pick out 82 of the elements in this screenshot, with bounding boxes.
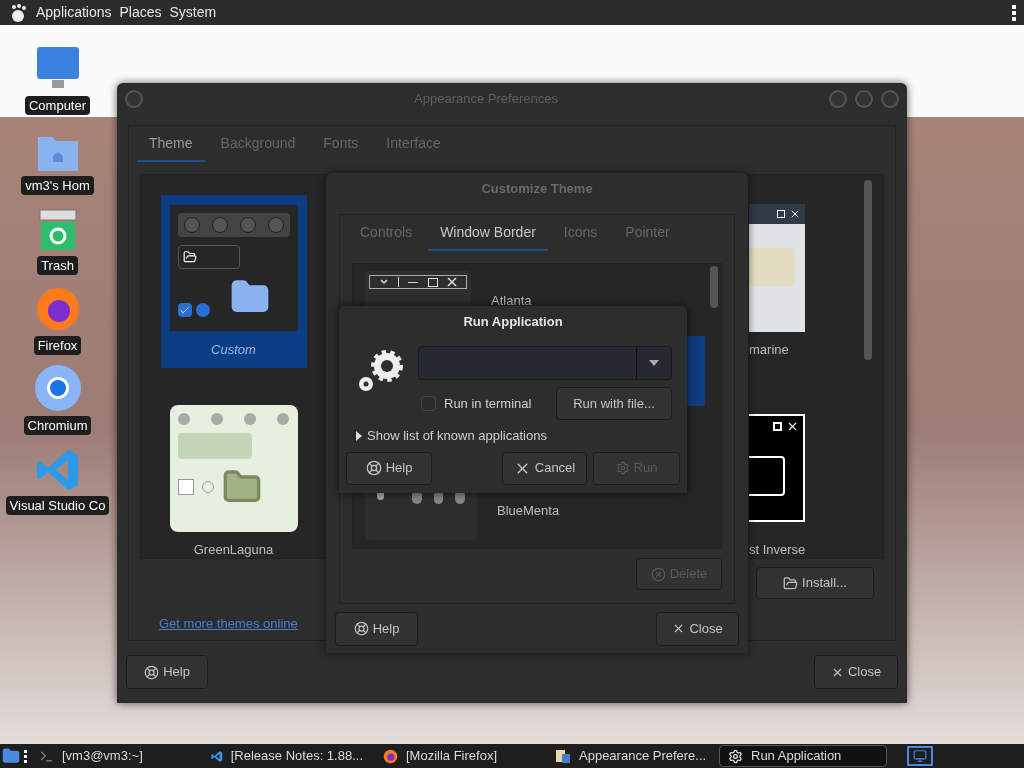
folder-icon bbox=[783, 575, 799, 591]
close-button[interactable]: Close bbox=[814, 655, 898, 689]
terminal-icon bbox=[39, 748, 54, 764]
close-button[interactable]: Close bbox=[656, 611, 739, 646]
border-name: BlueMenta bbox=[497, 502, 560, 521]
help-icon bbox=[365, 460, 382, 476]
checkbox[interactable] bbox=[421, 396, 436, 411]
folder-icon[interactable] bbox=[2, 747, 20, 765]
trash-icon bbox=[38, 207, 77, 252]
border-name: Atlanta bbox=[491, 292, 532, 311]
theme-item[interactable]: Custom bbox=[160, 195, 307, 368]
maximize-icon bbox=[773, 421, 782, 431]
sample-button-icon bbox=[177, 245, 240, 269]
maximize-icon bbox=[777, 210, 785, 218]
menu-dots-icon[interactable] bbox=[24, 749, 27, 763]
install-button[interactable]: Install... bbox=[756, 567, 874, 599]
theme-item[interactable]: st Inverse bbox=[745, 395, 815, 568]
close-icon bbox=[789, 208, 801, 220]
window-title: Customize Theme bbox=[480, 180, 594, 199]
checkbox-icon bbox=[177, 303, 192, 317]
window-button-icon bbox=[211, 217, 228, 233]
gear-icon bbox=[615, 461, 630, 475]
sample-button-icon bbox=[177, 432, 252, 459]
title-bar-button[interactable] bbox=[881, 90, 899, 108]
window-button-icon bbox=[183, 217, 200, 233]
help-icon bbox=[353, 621, 369, 636]
window-button-icon bbox=[267, 217, 284, 233]
checkbox-icon bbox=[177, 478, 194, 495]
theme-name: st Inverse bbox=[749, 541, 806, 559]
help-button[interactable]: Help bbox=[346, 451, 432, 485]
command-field[interactable] bbox=[418, 346, 672, 380]
desktop-icon-label[interactable]: Trash bbox=[37, 255, 78, 275]
themes-link[interactable]: Get more themes online bbox=[159, 614, 298, 634]
theme-item[interactable]: GreenLaguna bbox=[160, 395, 307, 568]
code-editor-icon bbox=[211, 748, 223, 764]
window-button-icon bbox=[177, 412, 190, 425]
window-button-icon bbox=[277, 412, 290, 425]
title-bar-button[interactable] bbox=[829, 90, 847, 108]
window-title: Run Application bbox=[462, 313, 564, 332]
browser-icon bbox=[34, 285, 81, 332]
panel-menu[interactable]: System bbox=[169, 2, 217, 23]
taskbar-item[interactable]: [Mozilla Firefox] bbox=[375, 745, 543, 767]
panel-menu[interactable]: Places bbox=[119, 2, 162, 23]
help-icon bbox=[144, 664, 160, 680]
dropdown-icon[interactable] bbox=[648, 359, 660, 367]
browser-icon bbox=[33, 363, 82, 412]
cancel-button[interactable]: Cancel bbox=[502, 451, 587, 485]
browser-icon bbox=[383, 748, 398, 764]
window-button-icon bbox=[244, 412, 257, 425]
taskbar-item[interactable]: [vm3@vm3:~] bbox=[31, 745, 199, 767]
folder-icon bbox=[749, 248, 795, 286]
delete-icon bbox=[650, 566, 666, 582]
scrollbar[interactable] bbox=[864, 180, 872, 360]
title-bar-button[interactable] bbox=[855, 90, 873, 108]
window-button-icon bbox=[210, 412, 223, 425]
title-bar-button[interactable] bbox=[125, 90, 143, 108]
help-button[interactable]: Help bbox=[335, 611, 418, 646]
radio-icon bbox=[195, 303, 210, 317]
theme-item[interactable]: marine bbox=[745, 195, 814, 368]
tab[interactable]: Window Border bbox=[428, 215, 548, 251]
taskbar-item[interactable]: Run Application bbox=[719, 745, 887, 767]
tab[interactable]: Theme bbox=[137, 126, 205, 162]
menu-dots-icon[interactable] bbox=[1012, 4, 1016, 21]
taskbar-item[interactable]: [Release Notes: 1.88... bbox=[203, 745, 371, 767]
run-with-file-button[interactable]: Run with file... bbox=[556, 387, 672, 420]
help-button[interactable]: Help bbox=[126, 655, 208, 689]
applications-expander[interactable]: Show list of known applications bbox=[346, 426, 680, 446]
desktop-icon-label[interactable]: vm3's Hom bbox=[21, 175, 94, 195]
expander-arrow-icon bbox=[355, 430, 363, 441]
checkbox-label: Run in terminal bbox=[444, 394, 532, 413]
theme-name: GreenLaguna bbox=[193, 541, 274, 559]
theme-name: Custom bbox=[211, 341, 256, 359]
scrollbar[interactable] bbox=[710, 266, 718, 308]
workspace-switcher-icon[interactable] bbox=[907, 746, 933, 766]
code-editor-icon bbox=[35, 447, 80, 492]
palette-icon bbox=[555, 748, 571, 764]
panel-menu[interactable]: Applications bbox=[36, 2, 112, 23]
window-button-icon bbox=[239, 217, 256, 233]
folder-icon bbox=[749, 456, 785, 496]
taskbar-item[interactable]: Appearance Prefere... bbox=[547, 745, 715, 767]
theme-name: marine bbox=[749, 341, 789, 359]
gear-icon bbox=[728, 748, 743, 764]
